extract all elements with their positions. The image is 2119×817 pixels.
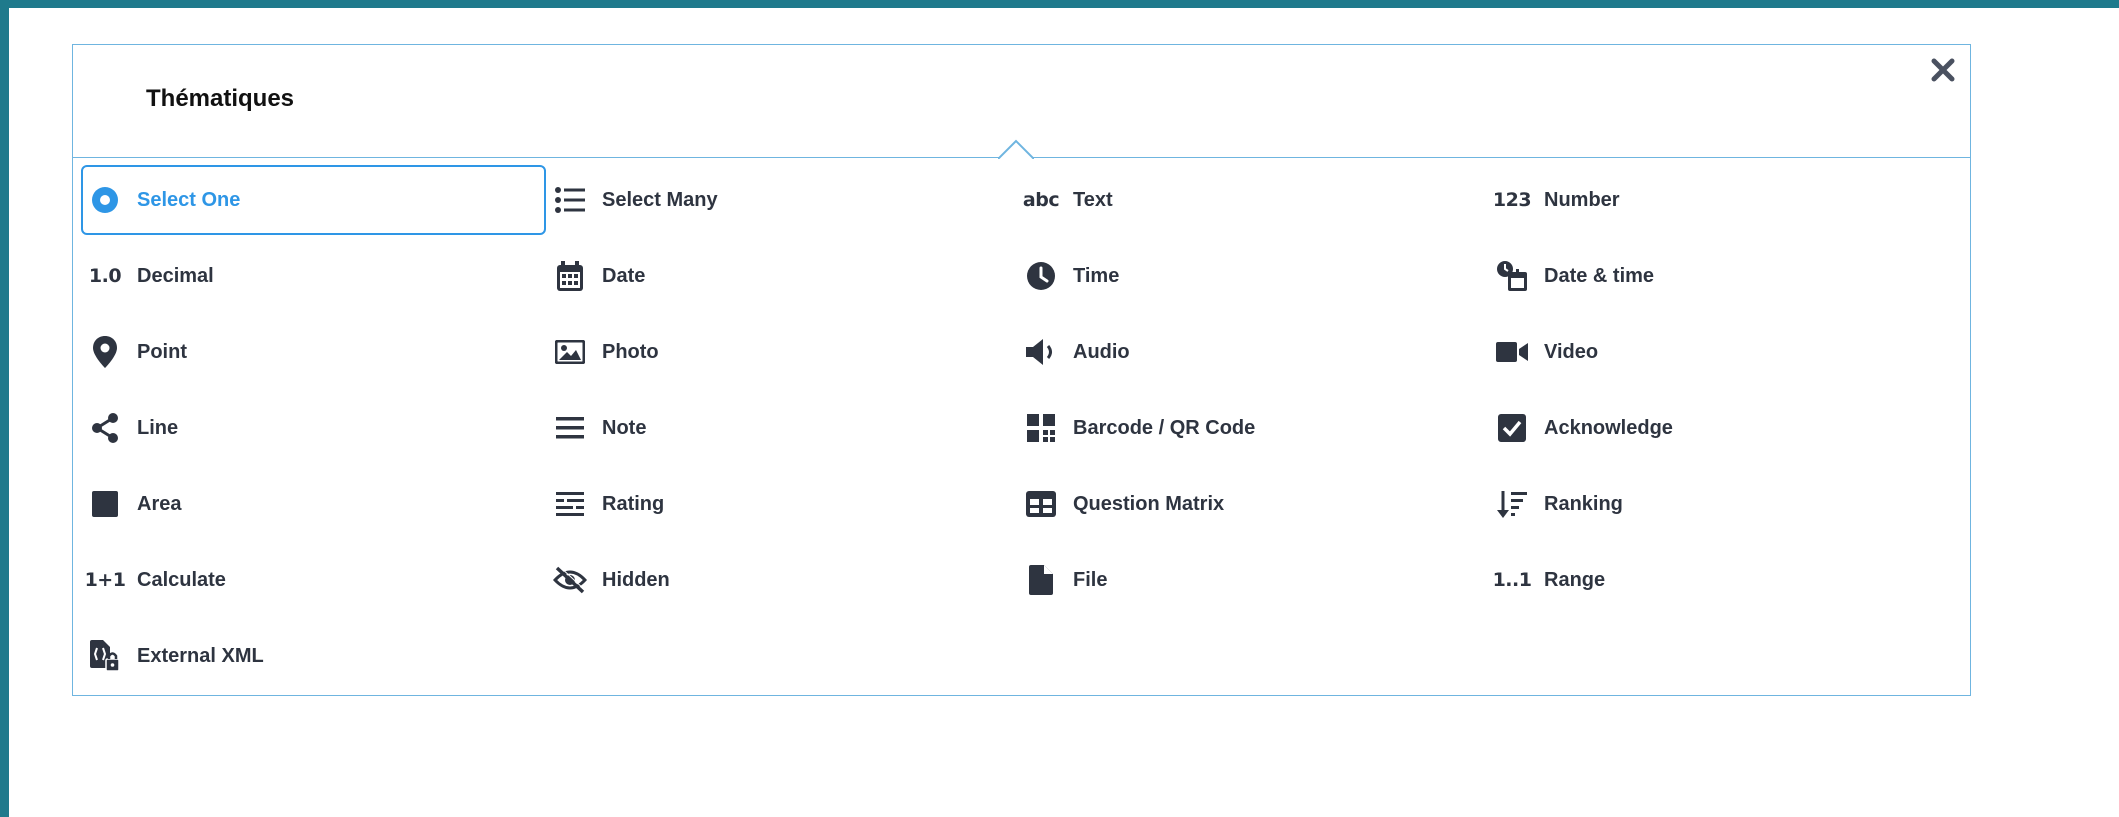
type-label: Acknowledge [1544, 416, 1673, 439]
calculate-icon: 1+1 [84, 569, 126, 591]
range-icon: 1..1 [1492, 569, 1532, 591]
type-label: Time [1073, 264, 1120, 287]
type-label: Text [1073, 188, 1113, 211]
type-calculate[interactable]: 1+1 Calculate [81, 545, 546, 615]
type-label: Select One [137, 188, 241, 211]
close-icon [1931, 58, 1955, 82]
caret-up-icon [998, 139, 1034, 161]
checkbox-icon [1494, 410, 1530, 446]
type-audio[interactable]: Audio [1017, 317, 1482, 387]
type-label: Select Many [602, 188, 718, 211]
type-time[interactable]: Time [1017, 241, 1482, 311]
date-time-icon [1494, 258, 1530, 294]
type-rating[interactable]: Rating [546, 469, 1011, 539]
type-label: Hidden [602, 568, 670, 591]
type-label: Number [1544, 188, 1620, 211]
type-date-time[interactable]: Date & time [1488, 241, 1953, 311]
type-video[interactable]: Video [1488, 317, 1953, 387]
type-text[interactable]: abc Text [1017, 165, 1482, 235]
picker-header: Thématiques [73, 45, 1970, 161]
type-label: Decimal [137, 264, 214, 287]
type-label: Audio [1073, 340, 1130, 363]
type-date[interactable]: Date [546, 241, 1011, 311]
type-acknowledge[interactable]: Acknowledge [1488, 393, 1953, 463]
type-line[interactable]: Line [81, 393, 546, 463]
type-label: Video [1544, 340, 1599, 363]
text-abc-icon: abc [1022, 189, 1060, 211]
grid-row: Point Photo Audio Video [81, 317, 1961, 393]
type-number[interactable]: 123 Number [1488, 165, 1953, 235]
file-icon [1023, 562, 1059, 598]
type-label: Area [137, 492, 182, 515]
page: Thématiques Select One Select Many abc T… [9, 8, 2119, 817]
type-barcode[interactable]: Barcode / QR Code [1017, 393, 1482, 463]
type-note[interactable]: Note [546, 393, 1011, 463]
type-external-xml[interactable]: External XML [81, 621, 546, 691]
note-lines-icon [552, 410, 588, 446]
type-label: File [1073, 568, 1108, 591]
grid-row: Line Note Barcode / QR Code Acknowledge [81, 393, 1961, 469]
picker-title: Thématiques [146, 85, 295, 112]
audio-icon [1023, 334, 1059, 370]
eye-slash-icon [552, 562, 588, 598]
grid-row: 1.0 Decimal Date Time Date & time [81, 241, 1961, 317]
number-icon: 123 [1492, 189, 1532, 211]
close-button[interactable] [1926, 53, 1960, 87]
question-type-grid: Select One Select Many abc Text 123 Numb… [81, 165, 1961, 697]
qr-code-icon [1023, 410, 1059, 446]
type-photo[interactable]: Photo [546, 317, 1011, 387]
type-label: External XML [137, 644, 264, 667]
type-label: Range [1544, 568, 1606, 591]
type-label: Note [602, 416, 647, 439]
question-type-picker: Thématiques Select One Select Many abc T… [72, 44, 1971, 696]
type-file[interactable]: File [1017, 545, 1482, 615]
grid-row: Area Rating Question Matrix Ranking [81, 469, 1961, 545]
list-icon [552, 182, 588, 218]
matrix-icon [1023, 486, 1059, 522]
grid-row: 1+1 Calculate Hidden File 1..1 Range [81, 545, 1961, 621]
type-area[interactable]: Area [81, 469, 546, 539]
type-select-one[interactable]: Select One [81, 165, 546, 235]
decimal-icon: 1.0 [88, 265, 122, 287]
grid-row: External XML [81, 621, 1961, 697]
type-hidden[interactable]: Hidden [546, 545, 1011, 615]
type-point[interactable]: Point [81, 317, 546, 387]
type-decimal[interactable]: 1.0 Decimal [81, 241, 546, 311]
type-label: Calculate [137, 568, 226, 591]
area-square-icon [87, 486, 123, 522]
type-label: Point [137, 340, 187, 363]
type-range[interactable]: 1..1 Range [1488, 545, 1953, 615]
rating-icon [552, 486, 588, 522]
ranking-icon [1494, 486, 1530, 522]
type-label: Barcode / QR Code [1073, 416, 1256, 439]
video-icon [1494, 334, 1530, 370]
type-question-matrix[interactable]: Question Matrix [1017, 469, 1482, 539]
type-ranking[interactable]: Ranking [1488, 469, 1953, 539]
grid-row: Select One Select Many abc Text 123 Numb… [81, 165, 1961, 241]
calendar-icon [552, 258, 588, 294]
share-line-icon [87, 410, 123, 446]
type-label: Date & time [1544, 264, 1655, 287]
type-label: Date [602, 264, 646, 287]
type-label: Photo [602, 340, 659, 363]
type-label: Line [137, 416, 179, 439]
type-label: Rating [602, 492, 665, 515]
radio-selected-icon [87, 182, 123, 218]
type-label: Question Matrix [1073, 492, 1225, 515]
map-pin-icon [87, 334, 123, 370]
type-label: Ranking [1544, 492, 1623, 515]
type-select-many[interactable]: Select Many [546, 165, 1011, 235]
clock-icon [1023, 258, 1059, 294]
photo-icon [552, 334, 588, 370]
external-xml-icon [87, 638, 123, 674]
